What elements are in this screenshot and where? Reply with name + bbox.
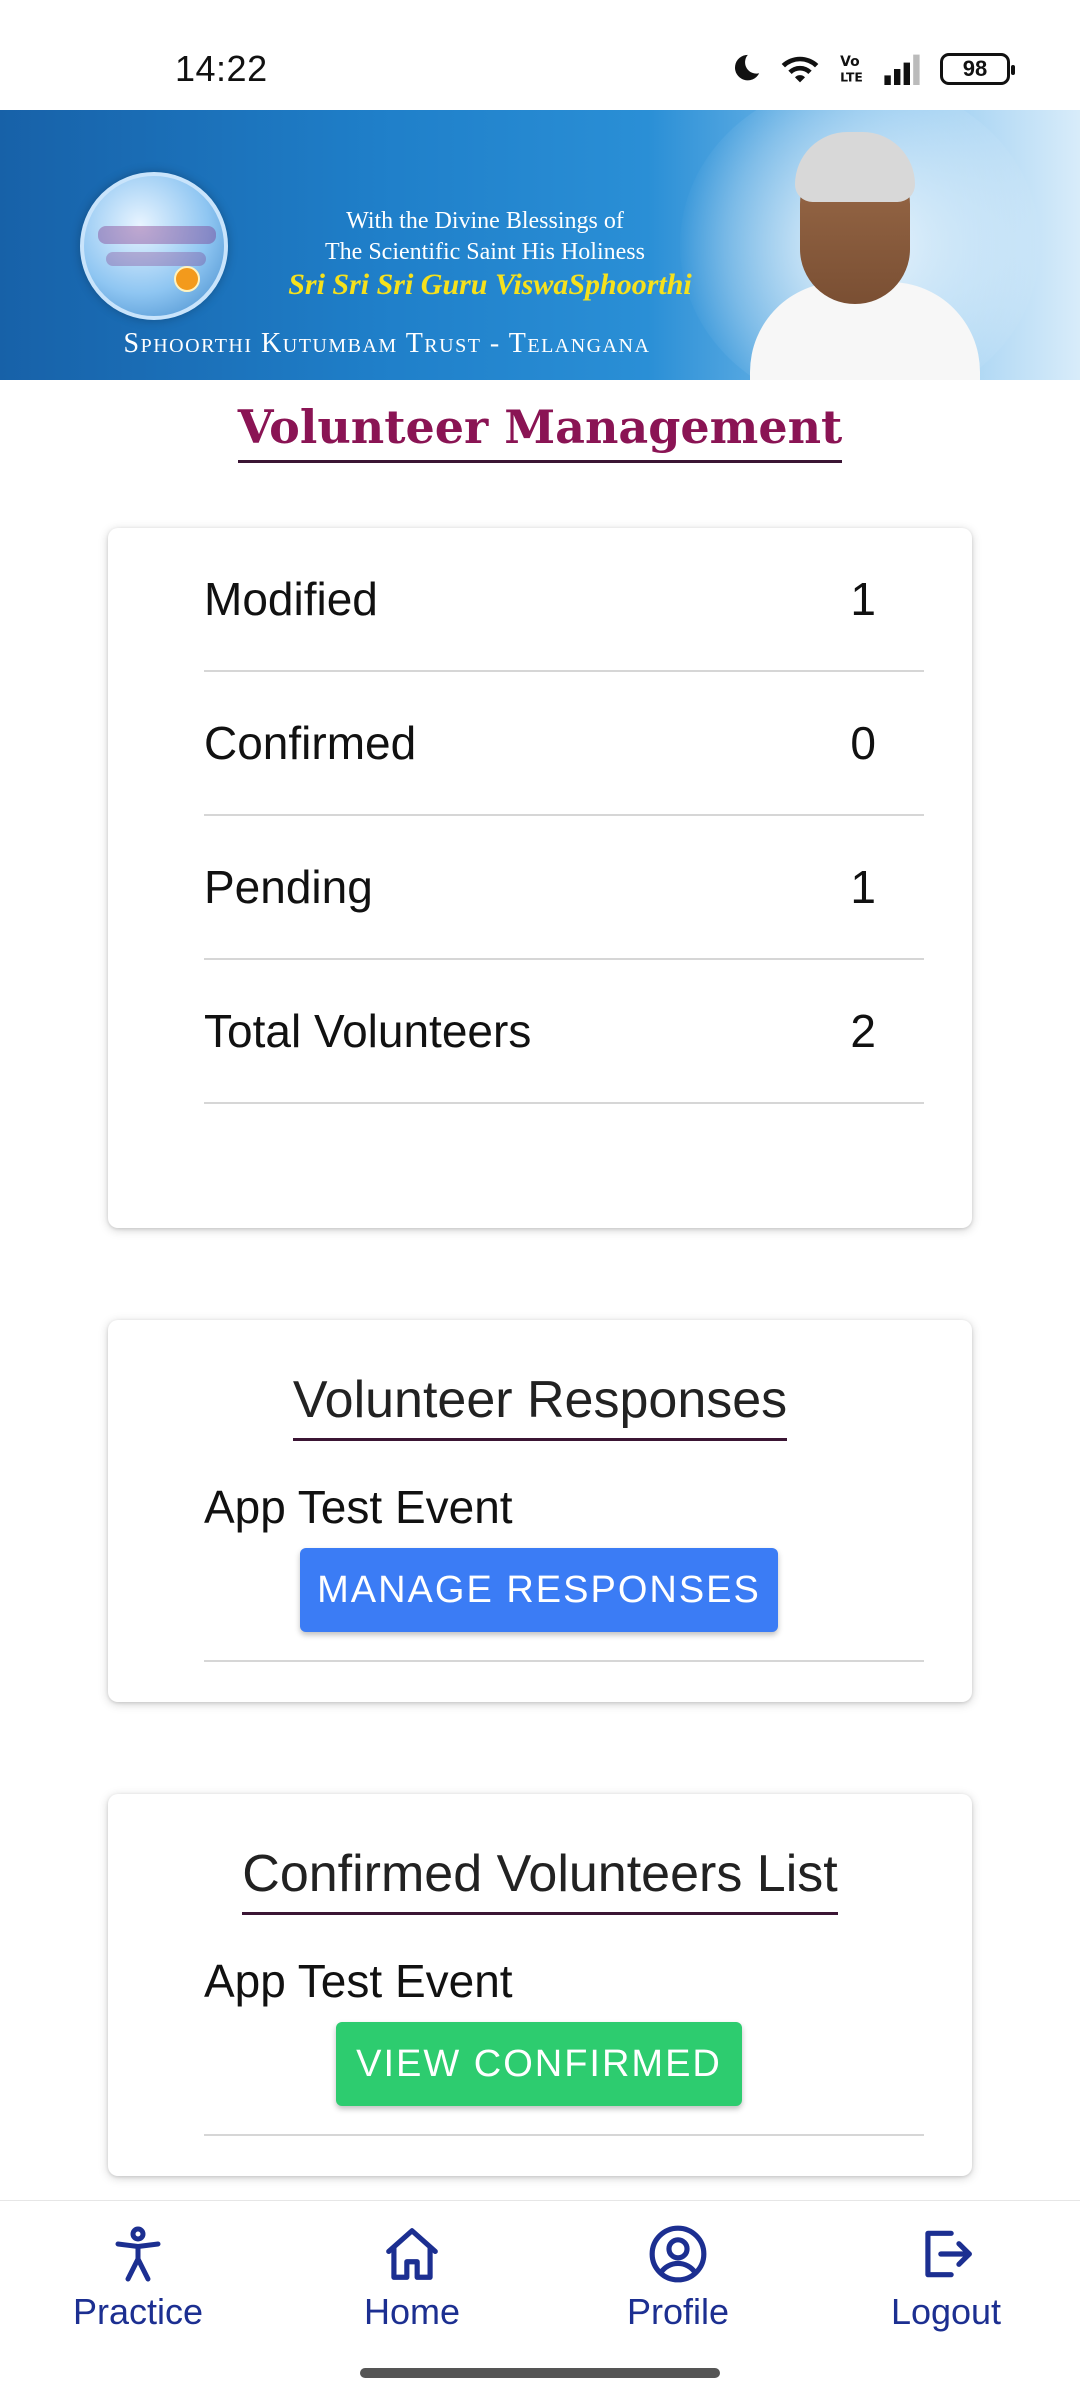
event-name: App Test Event bbox=[204, 1481, 513, 1533]
svg-text:Vo: Vo bbox=[840, 54, 860, 70]
nav-label: Home bbox=[363, 2291, 461, 2332]
nav-label: Practice bbox=[72, 2291, 204, 2332]
person-icon bbox=[115, 2226, 161, 2282]
logout-icon bbox=[925, 2230, 972, 2278]
nav-item-profile[interactable]: Profile bbox=[578, 2223, 778, 2333]
home-indicator[interactable] bbox=[360, 2368, 720, 2378]
status-icons: Vo LTE 98 bbox=[728, 52, 1015, 86]
guru-portrait bbox=[750, 132, 980, 380]
card-title: Volunteer Responses bbox=[108, 1370, 972, 1441]
page-title: Volunteer Management bbox=[0, 400, 1080, 463]
volunteer-responses-title: Volunteer Responses bbox=[292, 1370, 788, 1441]
nav-item-home[interactable]: Home bbox=[312, 2223, 512, 2333]
nav-item-practice[interactable]: Practice bbox=[38, 2223, 238, 2333]
stat-label: Confirmed bbox=[204, 717, 417, 769]
banner-blessing-line: With the Divine Blessings of bbox=[346, 208, 624, 234]
banner-trust-name: Sphoorthi Kutumbam Trust - Telangana bbox=[123, 328, 651, 359]
volunteer-responses-card: Volunteer Responses App Test Event MANAG… bbox=[108, 1320, 972, 1702]
banner-guru-name: Sri Sri Sri Guru ViswaSphoorthi bbox=[288, 268, 692, 301]
stats-card: Modified 1 Confirmed 0 Pending 1 Total V… bbox=[108, 528, 972, 1228]
divider bbox=[204, 2134, 924, 2136]
stat-value: 0 bbox=[850, 717, 876, 769]
stat-label: Pending bbox=[204, 861, 373, 913]
stat-value: 1 bbox=[850, 861, 876, 913]
volte-icon: Vo LTE bbox=[840, 54, 863, 84]
moon-icon bbox=[734, 54, 760, 81]
wifi-icon bbox=[781, 56, 819, 83]
profile-icon bbox=[649, 2225, 707, 2283]
stat-row-pending: Pending 1 bbox=[204, 816, 924, 960]
stat-label: Modified bbox=[204, 573, 378, 625]
home-icon bbox=[386, 2228, 438, 2280]
card-title: Confirmed Volunteers List bbox=[108, 1844, 972, 1915]
confirmed-volunteers-title: Confirmed Volunteers List bbox=[242, 1844, 838, 1915]
divider bbox=[204, 1660, 924, 1662]
event-name: App Test Event bbox=[204, 1955, 513, 2007]
stat-value: 2 bbox=[850, 1005, 876, 1057]
stat-row-modified: Modified 1 bbox=[204, 528, 924, 672]
signal-icon bbox=[884, 54, 920, 85]
battery-indicator: 98 bbox=[940, 53, 1015, 85]
stat-row-total-volunteers: Total Volunteers 2 bbox=[204, 960, 924, 1104]
header-banner: With the Divine Blessings of The Scienti… bbox=[0, 110, 1080, 380]
stat-label: Total Volunteers bbox=[204, 1005, 532, 1057]
status-bar: 14:22 Vo LTE 98 bbox=[0, 0, 1080, 110]
page-title-text: Volunteer Management bbox=[237, 400, 843, 463]
view-confirmed-button[interactable]: VIEW CONFIRMED bbox=[336, 2022, 742, 2106]
nav-item-logout[interactable]: Logout bbox=[846, 2223, 1046, 2333]
confirmed-volunteers-card: Confirmed Volunteers List App Test Event… bbox=[108, 1794, 972, 2176]
globe-logo bbox=[80, 172, 228, 320]
status-time: 14:22 bbox=[175, 48, 268, 89]
banner-saint-line: The Scientific Saint His Holiness bbox=[325, 239, 645, 265]
manage-responses-button[interactable]: MANAGE RESPONSES bbox=[300, 1548, 778, 1632]
nav-label: Profile bbox=[626, 2291, 730, 2332]
stat-value: 1 bbox=[850, 573, 876, 625]
nav-label: Logout bbox=[890, 2291, 1002, 2332]
stat-row-confirmed: Confirmed 0 bbox=[204, 672, 924, 816]
svg-text:LTE: LTE bbox=[840, 70, 863, 84]
